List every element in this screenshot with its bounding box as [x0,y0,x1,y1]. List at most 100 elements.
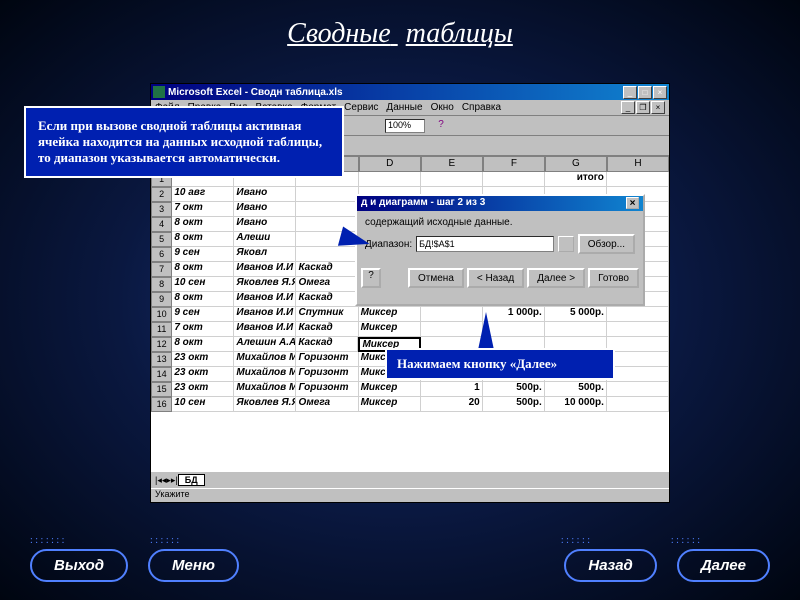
nav-back-button[interactable]: Назад [564,549,656,582]
cell[interactable]: 10 000р. [545,397,607,412]
row-header[interactable]: 8 [151,277,172,292]
back-button[interactable]: < Назад [467,268,524,288]
cell[interactable]: Иванов И.И [234,322,296,337]
cell[interactable]: 9 сен [172,247,234,262]
col-e[interactable]: E [421,156,483,172]
menu-button[interactable]: Меню [148,549,239,582]
row-header[interactable]: 10 [151,307,172,322]
tab-nav-first[interactable]: |◂ [155,475,162,486]
cell[interactable] [607,322,669,337]
row-header[interactable]: 9 [151,292,172,307]
maximize-button[interactable]: □ [638,86,652,99]
cell[interactable]: 5 000р. [545,307,607,322]
cell[interactable]: 10 сен [172,397,234,412]
cell[interactable]: Горизонт [296,352,358,367]
wizard-help-button[interactable]: ? [361,268,381,288]
cell[interactable]: 8 окт [172,292,234,307]
cell[interactable]: 1 [421,382,483,397]
cell[interactable] [296,187,358,202]
zoom-combo[interactable]: 100% [385,119,425,133]
row-header[interactable]: 11 [151,322,172,337]
cell[interactable]: 23 окт [172,382,234,397]
cell[interactable]: Яковлев Я.Я. [234,277,296,292]
menu-window[interactable]: Окно [431,102,454,113]
cell[interactable]: Каскад [296,292,358,307]
cell[interactable]: итого [545,172,607,187]
cell[interactable]: 10 сен [172,277,234,292]
cell[interactable]: Михайлов М.М. [234,367,296,382]
cell[interactable] [607,172,669,187]
cell[interactable]: Спутник [296,307,358,322]
nav-next-button[interactable]: Далее [677,549,770,582]
cell[interactable] [607,352,669,367]
cell[interactable]: Алешин А.А. [234,337,296,352]
cell[interactable]: Горизонт [296,367,358,382]
close-button[interactable]: × [653,86,667,99]
cell[interactable]: 7 окт [172,322,234,337]
row-header[interactable]: 13 [151,352,172,367]
cell[interactable]: Миксер [359,382,421,397]
cell[interactable] [296,247,358,262]
row-header[interactable]: 15 [151,382,172,397]
row-header[interactable]: 6 [151,247,172,262]
cell[interactable]: 7 окт [172,202,234,217]
cell[interactable] [421,322,483,337]
cell[interactable]: 500р. [545,382,607,397]
cell[interactable]: Яковл [234,247,296,262]
cell[interactable] [545,322,607,337]
cell[interactable]: Михайлов М.М. [234,352,296,367]
col-g[interactable]: G [545,156,607,172]
finish-button[interactable]: Готово [588,268,639,288]
cell[interactable]: Ивано [234,202,296,217]
col-f[interactable]: F [483,156,545,172]
cell[interactable] [421,307,483,322]
range-input[interactable] [416,236,554,252]
row-header[interactable]: 3 [151,202,172,217]
row-header[interactable]: 12 [151,337,172,352]
cell[interactable]: Миксер [359,307,421,322]
menu-tools[interactable]: Сервис [344,102,378,113]
cell[interactable]: 23 окт [172,352,234,367]
sheet-tab-bd[interactable]: БД [178,474,205,486]
help-icon[interactable]: ? [432,118,450,134]
browse-button[interactable]: Обзор... [578,234,635,254]
cell[interactable]: Иванов И.И [234,292,296,307]
cell[interactable]: 500р. [483,382,545,397]
cell[interactable] [607,337,669,352]
range-select-icon[interactable] [558,236,574,252]
cell[interactable]: Ивано [234,187,296,202]
cell[interactable]: Миксер [359,322,421,337]
cell[interactable]: Миксер [359,397,421,412]
cell[interactable]: Алеши [234,232,296,247]
cell[interactable]: 500р. [483,397,545,412]
cell[interactable]: Каскад [296,262,358,277]
cell[interactable] [483,172,545,187]
cell[interactable]: Каскад [296,322,358,337]
menu-help[interactable]: Справка [462,102,501,113]
cell[interactable]: 8 окт [172,337,234,352]
wizard-close-icon[interactable]: × [626,197,639,209]
row-header[interactable]: 2 [151,187,172,202]
cell[interactable]: Иванов И.И [234,262,296,277]
mdi-restore[interactable]: ❐ [636,101,650,114]
cell[interactable] [359,172,421,187]
col-h[interactable]: H [607,156,669,172]
cell[interactable]: Ивано [234,217,296,232]
mdi-close[interactable]: × [651,101,665,114]
cell[interactable]: Горизонт [296,382,358,397]
cell[interactable]: Омега [296,277,358,292]
cell[interactable]: Михайлов М.М. [234,382,296,397]
exit-button[interactable]: Выход [30,549,128,582]
row-header[interactable]: 14 [151,367,172,382]
next-button[interactable]: Далее > [527,268,585,288]
cell[interactable]: Яковлев Я.Я. [234,397,296,412]
menu-data[interactable]: Данные [386,102,422,113]
cell[interactable]: 8 окт [172,262,234,277]
cell[interactable]: 10 авг [172,187,234,202]
row-header[interactable]: 7 [151,262,172,277]
minimize-button[interactable]: _ [623,86,637,99]
cell[interactable] [607,382,669,397]
cancel-button[interactable]: Отмена [408,268,464,288]
row-header[interactable]: 16 [151,397,172,412]
cell[interactable] [607,307,669,322]
